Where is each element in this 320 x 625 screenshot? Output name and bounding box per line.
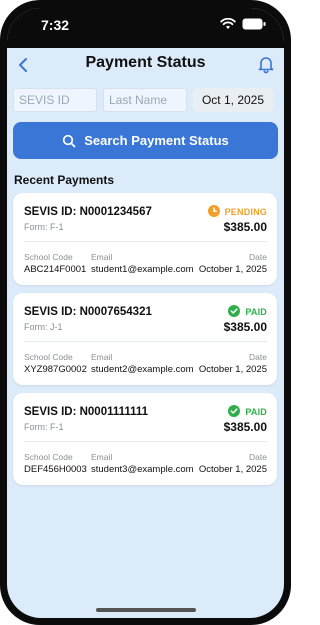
date-label: Date [249, 252, 267, 262]
status-label: PAID [245, 307, 267, 317]
payment-amount: $385.00 [223, 420, 267, 434]
status-label: PAID [245, 407, 267, 417]
date-label: Date [249, 352, 267, 362]
card-divider [24, 441, 267, 442]
check-icon [228, 305, 241, 319]
email-value: student1@example.com [91, 264, 194, 275]
school-code-label: School Code [24, 252, 73, 262]
last-name-input[interactable] [103, 88, 187, 112]
payment-amount: $385.00 [223, 320, 267, 334]
school-code-value: DEF456H0003 [24, 464, 87, 475]
date-value: October 1, 2025 [198, 264, 267, 275]
wifi-icon [220, 18, 236, 29]
email-label: Email [91, 452, 113, 462]
payment-card[interactable]: SEVIS ID: N0001234567 Form: F-1 PENDING … [13, 193, 277, 285]
school-code-label: School Code [24, 452, 73, 462]
search-icon [63, 134, 76, 147]
payment-card[interactable]: SEVIS ID: N0001111111 Form: F-1 PAID $38… [13, 393, 277, 485]
payment-amount: $385.00 [223, 220, 267, 234]
form-type: Form: F-1 [24, 422, 64, 432]
card-divider [24, 341, 267, 342]
school-code-value: ABC214F0001 [24, 264, 87, 275]
date-picker[interactable]: Oct 1, 2025 [193, 88, 273, 112]
date-label: Date [249, 452, 267, 462]
form-type: Form: F-1 [24, 222, 64, 232]
check-icon [228, 405, 241, 419]
status-badge: PENDING [207, 205, 267, 219]
email-value: student2@example.com [91, 364, 194, 375]
school-code-value: XYZ987G0002 [24, 364, 87, 375]
home-indicator [96, 608, 196, 612]
bell-icon [258, 57, 274, 74]
search-filters: Oct 1, 2025 [13, 88, 278, 112]
notifications-button[interactable] [256, 54, 276, 74]
status-bar: 7:32 [7, 8, 284, 48]
status-badge: PAID [228, 305, 267, 319]
email-label: Email [91, 252, 113, 262]
search-payment-status-button[interactable]: Search Payment Status [13, 122, 278, 159]
status-label: PENDING [224, 207, 267, 217]
clock-icon [207, 205, 220, 219]
payment-card[interactable]: SEVIS ID: N0007654321 Form: J-1 PAID $38… [13, 293, 277, 385]
search-button-label: Search Payment Status [84, 133, 229, 148]
status-badge: PAID [228, 405, 267, 419]
sevis-id: SEVIS ID: N0001111111 [24, 406, 149, 418]
email-value: student3@example.com [91, 464, 194, 475]
date-value: October 1, 2025 [198, 464, 267, 475]
sevis-id: SEVIS ID: N0001234567 [24, 206, 152, 218]
recent-payments-title: Recent Payments [14, 173, 115, 187]
phone-frame: 7:32 Payment Status SEVIS ID Last Name O… [0, 0, 291, 625]
app-screen: 7:32 Payment Status SEVIS ID Last Name O… [7, 8, 284, 618]
card-divider [24, 241, 267, 242]
email-label: Email [91, 352, 113, 362]
navigation-bar: Payment Status [7, 48, 284, 86]
status-time: 7:32 [41, 17, 70, 33]
form-type: Form: J-1 [24, 322, 63, 332]
page-title: Payment Status [85, 54, 206, 71]
battery-icon [242, 18, 266, 30]
status-icons [220, 18, 266, 30]
school-code-label: School Code [24, 352, 73, 362]
date-value: October 1, 2025 [198, 364, 267, 375]
sevis-id: SEVIS ID: N0007654321 [24, 306, 152, 318]
sevis-id-input[interactable] [13, 88, 97, 112]
